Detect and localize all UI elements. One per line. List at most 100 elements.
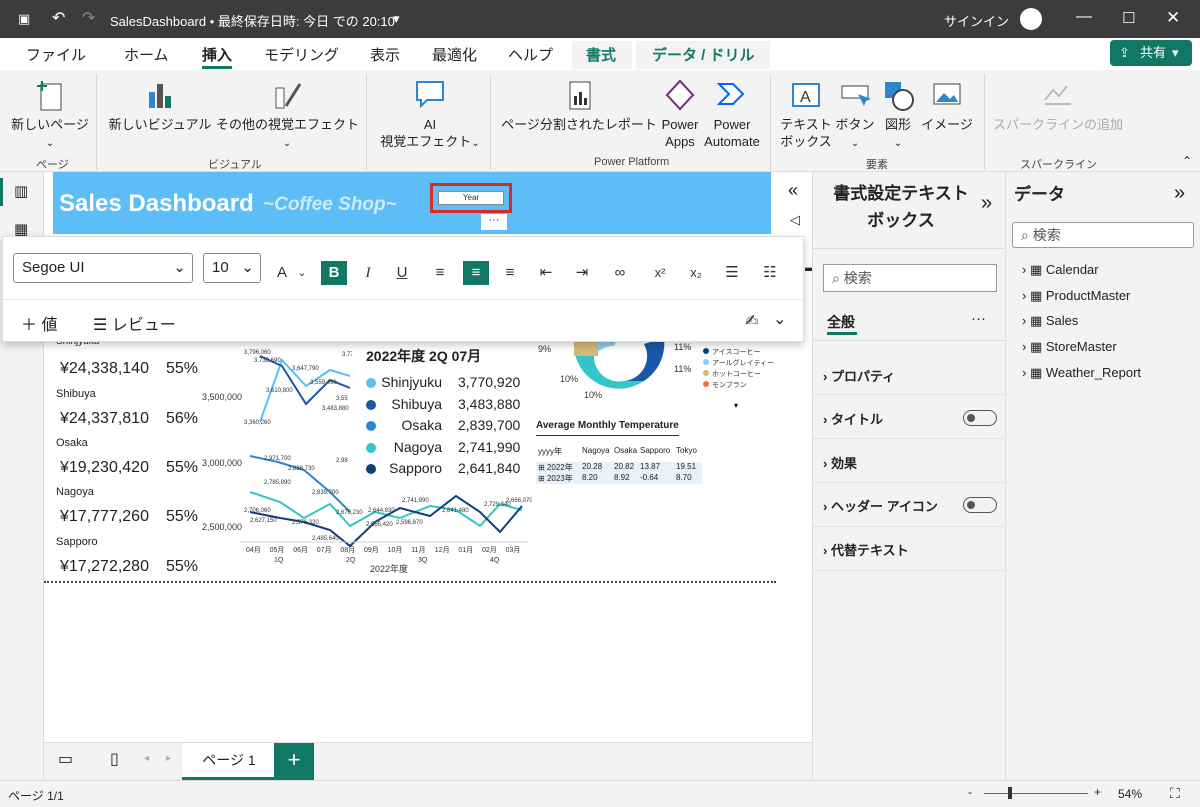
collapse-pane-icon[interactable]: »: [981, 192, 992, 215]
section-alt-text[interactable]: › 代替テキスト: [823, 540, 909, 559]
data-table-item[interactable]: › ▦ Calendar: [1022, 262, 1099, 278]
chevron-right-icon: ›: [1022, 287, 1030, 303]
zoom-in-icon[interactable]: +: [1094, 785, 1101, 799]
tab-view[interactable]: 表示: [370, 44, 400, 65]
button-button[interactable]: ボタン ⌄: [834, 78, 876, 152]
tab-home[interactable]: ホーム: [124, 44, 169, 65]
data-label: 3,647,790: [292, 366, 319, 372]
underline-icon[interactable]: U: [389, 261, 415, 285]
tab-general[interactable]: 全般: [827, 312, 855, 332]
mobile-layout-icon[interactable]: ▯: [110, 749, 119, 769]
redo-icon[interactable]: ↷: [82, 8, 95, 28]
temperature-table[interactable]: Average Monthly Temperature yyyy年 Nagoya O…: [536, 420, 702, 490]
power-automate-button[interactable]: Power Automate: [704, 78, 760, 150]
close-icon[interactable]: ✕: [1166, 8, 1180, 28]
bullet-list-icon[interactable]: ☰: [719, 261, 745, 285]
zoom-slider-thumb[interactable]: [1008, 787, 1012, 799]
align-left-icon[interactable]: ≡: [427, 261, 453, 285]
shape-button[interactable]: 図形 ⌄: [880, 78, 916, 152]
series-dot: [366, 442, 376, 453]
textbox-button[interactable]: A テキスト ボックス: [778, 78, 834, 150]
section-effects[interactable]: › 効果: [823, 453, 857, 472]
tooltip-series-name: Shibuya: [391, 395, 442, 412]
new-page-button[interactable]: 新しいページ ⌄: [6, 78, 94, 152]
new-visual-button[interactable]: 新しいビジュアル: [108, 78, 212, 133]
align-right-icon[interactable]: ≡: [497, 261, 523, 285]
ai-visuals-button[interactable]: AI 視覚エフェクト⌄: [378, 78, 482, 152]
link-icon[interactable]: ∞: [607, 261, 633, 285]
header-textbox[interactable]: Sales Dashboard ~Coffee Shop~ Year ···: [53, 172, 771, 234]
fit-page-icon[interactable]: ⛶: [1170, 785, 1180, 802]
increase-indent-icon[interactable]: ⇥: [569, 261, 595, 285]
paginated-report-button[interactable]: ページ分割されたレポート: [500, 78, 658, 133]
tab-help[interactable]: ヘルプ: [508, 44, 553, 65]
collapse-pane-icon[interactable]: »: [1174, 182, 1185, 205]
add-page-button[interactable]: +: [274, 743, 314, 780]
zoom-slider[interactable]: [984, 793, 1088, 794]
review-button[interactable]: ☰ レビュー: [93, 311, 176, 335]
tab-format[interactable]: 書式: [586, 44, 616, 65]
more-options-icon[interactable]: ···: [971, 310, 986, 327]
product-donut-chart[interactable]: 9% 10% 10% 11% 11% アイスコーヒーアールグレイティーホットコー…: [534, 336, 774, 416]
add-sparkline-button[interactable]: スパークラインの追加: [990, 78, 1126, 133]
search-icon: ⌕: [832, 270, 840, 286]
chevron-down-icon[interactable]: ⌄: [289, 261, 315, 285]
table-row: ⊞ 2022年 20.28 20.82 13.87 19.51: [536, 462, 702, 473]
save-icon[interactable]: ▣: [18, 11, 30, 27]
add-value-button[interactable]: ＋ 値: [21, 311, 57, 335]
page-tab[interactable]: ページ 1: [182, 743, 276, 780]
bold-icon[interactable]: B: [321, 261, 347, 285]
donut-legend: アイスコーヒーアールグレイティーホットコーヒーモンブラン: [703, 348, 774, 389]
collapse-filters-icon[interactable]: «: [788, 180, 798, 201]
image-button[interactable]: イメージ: [918, 78, 976, 133]
subscript-icon[interactable]: x₂: [683, 261, 709, 285]
font-family-select[interactable]: Segoe UI ⌄: [13, 253, 193, 283]
data-table-item[interactable]: › ▦ ProductMaster: [1022, 288, 1130, 304]
other-visuals-button[interactable]: その他の視覚エフェクト ⌄: [216, 78, 359, 152]
superscript-icon[interactable]: x²: [647, 261, 673, 285]
tab-modeling[interactable]: モデリング: [264, 44, 339, 65]
minimize-icon[interactable]: —: [1076, 8, 1092, 26]
tab-file[interactable]: ファイル: [26, 44, 86, 65]
data-search-input[interactable]: ⌕ 検索: [1012, 222, 1194, 248]
data-table-item[interactable]: › ▦ Weather_Report: [1022, 365, 1141, 381]
prev-page-icon[interactable]: ◂: [144, 753, 149, 764]
italic-icon[interactable]: I: [355, 261, 381, 285]
numbered-list-icon[interactable]: ☷: [757, 261, 783, 285]
data-table-item[interactable]: › ▦ StoreMaster: [1022, 339, 1117, 355]
title-dropdown-icon[interactable]: ▾: [393, 11, 400, 27]
year-slicer[interactable]: Year: [438, 191, 504, 205]
style-icon[interactable]: ✍: [745, 311, 758, 331]
avatar-icon[interactable]: [1020, 8, 1042, 30]
section-properties[interactable]: › プロパティ: [823, 366, 895, 385]
maximize-icon[interactable]: ☐: [1122, 9, 1135, 27]
next-page-icon[interactable]: ▸: [166, 753, 171, 764]
section-header-icons[interactable]: › ヘッダー アイコン: [823, 496, 938, 515]
pin-icon[interactable]: ◁: [790, 212, 800, 228]
header-icons-toggle[interactable]: [963, 497, 997, 513]
data-label: 2,706,060: [244, 508, 271, 514]
tab-data-drill[interactable]: データ / ドリル: [652, 44, 755, 65]
undo-icon[interactable]: ↶: [52, 8, 65, 28]
share-button[interactable]: ⇪ 共有 ▾: [1110, 40, 1192, 66]
chevron-down-icon[interactable]: ⌄: [773, 309, 786, 329]
zoom-out-icon[interactable]: -: [968, 785, 972, 799]
title-toggle[interactable]: [963, 410, 997, 426]
align-center-icon[interactable]: ≡: [463, 261, 489, 285]
legend-scroll-icon[interactable]: ▾: [734, 401, 738, 410]
signin-link[interactable]: サインイン: [944, 11, 1009, 30]
image-icon: [933, 83, 961, 105]
collapse-ribbon-icon[interactable]: ⌃: [1182, 154, 1192, 168]
format-search-input[interactable]: ⌕ 検索: [823, 264, 997, 292]
tab-insert[interactable]: 挿入: [202, 44, 232, 65]
data-table-item[interactable]: › ▦ Sales: [1022, 313, 1078, 329]
report-view-icon[interactable]: ▥: [14, 182, 28, 200]
tab-optimize[interactable]: 最適化: [432, 44, 477, 65]
more-options-icon[interactable]: ···: [481, 214, 507, 230]
button-icon: [841, 85, 871, 106]
decrease-indent-icon[interactable]: ⇤: [533, 261, 559, 285]
font-size-select[interactable]: 10 ⌄: [203, 253, 261, 283]
desktop-layout-icon[interactable]: ▭: [58, 749, 73, 769]
section-title[interactable]: › タイトル: [823, 409, 883, 428]
power-apps-button[interactable]: Power Apps: [660, 78, 700, 150]
